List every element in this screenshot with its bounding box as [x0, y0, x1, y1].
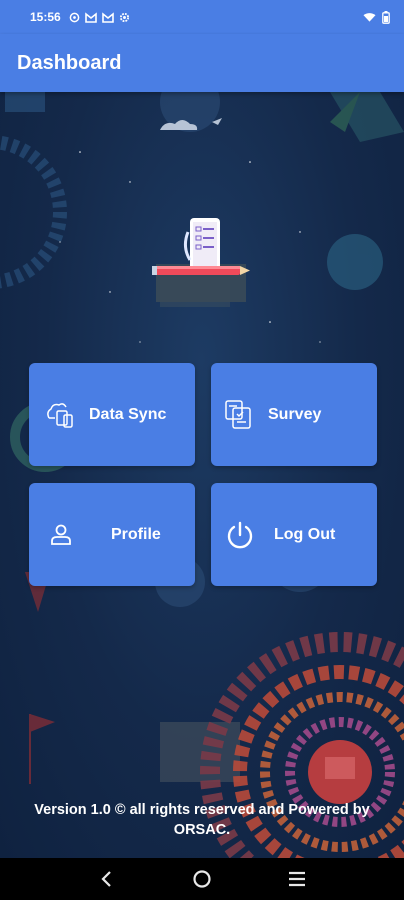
recents-button[interactable]	[277, 859, 317, 899]
status-time: 15:56	[30, 10, 61, 24]
wifi-icon	[363, 12, 376, 22]
home-button[interactable]	[182, 859, 222, 899]
survey-label: Survey	[268, 405, 322, 423]
power-icon	[222, 517, 258, 553]
recents-icon	[288, 871, 305, 887]
settings-icon	[119, 12, 129, 22]
cloud-sync-icon	[43, 397, 79, 433]
data-sync-label: Data Sync	[89, 405, 167, 423]
back-icon	[101, 871, 112, 887]
profile-label: Profile	[111, 525, 161, 543]
background-pattern	[0, 92, 404, 858]
log-out-label: Log Out	[274, 525, 336, 543]
footer-text: Version 1.0 © all rights reserved and Po…	[34, 802, 370, 838]
survey-button[interactable]: Survey	[211, 363, 377, 466]
log-out-button[interactable]: Log Out	[211, 483, 377, 586]
mail-icon	[101, 11, 114, 23]
mail-icon	[84, 11, 97, 23]
back-button[interactable]	[87, 859, 127, 899]
page-title: Dashboard	[17, 51, 122, 74]
home-icon	[193, 870, 211, 888]
person-icon	[43, 517, 79, 553]
battery-icon	[382, 10, 390, 24]
dashboard-content: Data Sync Survey Profile Log Out Version…	[0, 92, 404, 858]
system-nav-bar	[0, 858, 404, 900]
profile-button[interactable]: Profile	[29, 483, 195, 586]
app-bar: Dashboard	[0, 34, 404, 92]
notification-icons	[69, 11, 130, 23]
data-sync-button[interactable]: Data Sync	[29, 363, 195, 466]
sync-icon	[69, 12, 80, 22]
status-right	[363, 10, 390, 24]
survey-form-icon	[222, 397, 258, 433]
survey-illustration	[152, 218, 250, 302]
status-bar: 15:56	[0, 0, 404, 34]
